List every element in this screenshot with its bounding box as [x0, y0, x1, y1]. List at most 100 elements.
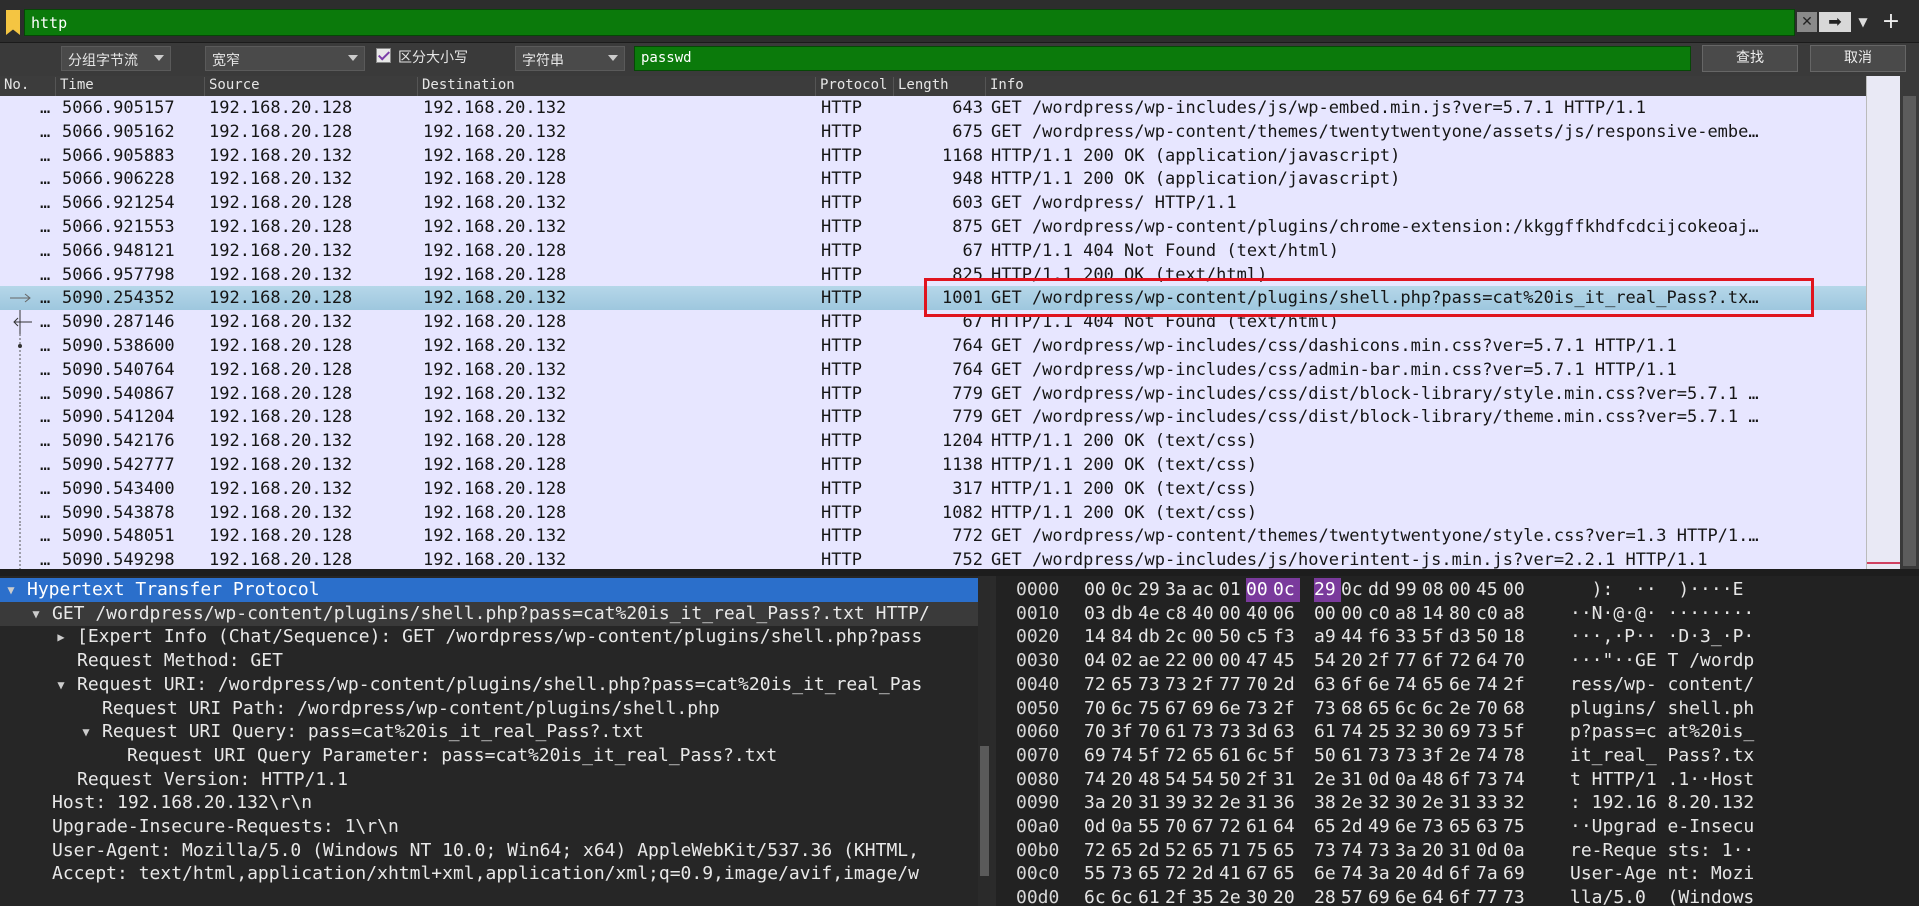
- hex-byte[interactable]: 6c: [1395, 697, 1422, 721]
- hex-byte[interactable]: 65: [1192, 839, 1219, 863]
- hex-byte[interactable]: 08: [1422, 578, 1449, 602]
- hex-byte[interactable]: 0d: [1084, 815, 1111, 839]
- hex-byte[interactable]: 00: [1219, 602, 1246, 626]
- scrollbar-thumb[interactable]: [980, 746, 989, 876]
- hex-byte[interactable]: 72: [1165, 862, 1192, 886]
- hex-row[interactable]: 0090 3a 20 31 39 32 2e 31 36 38 2e 32 30 2e 31 33 32: 19…: [996, 791, 1919, 815]
- hex-byte[interactable]: db: [1138, 625, 1165, 649]
- hex-byte[interactable]: 73: [1314, 839, 1341, 863]
- hex-byte[interactable]: 29: [1314, 578, 1341, 602]
- hex-byte[interactable]: 00: [1192, 649, 1219, 673]
- search-string-input[interactable]: passwd: [634, 46, 1691, 71]
- hex-byte[interactable]: 31: [1246, 791, 1273, 815]
- hex-byte[interactable]: 57: [1341, 886, 1368, 906]
- hex-byte[interactable]: 50: [1314, 744, 1341, 768]
- hex-byte[interactable]: c0: [1368, 602, 1395, 626]
- apply-filter-arrow-icon[interactable]: ➡: [1819, 12, 1851, 32]
- hex-byte[interactable]: 00: [1341, 602, 1368, 626]
- hex-bytes[interactable]: 6c 6c 61 2f 35 2e 30 20 28 57 69 6e 64 6f 77 73: [1084, 886, 1530, 906]
- clear-filter-icon[interactable]: ✕: [1797, 12, 1817, 32]
- hex-byte[interactable]: 3a: [1084, 791, 1111, 815]
- hex-byte[interactable]: 70: [1138, 720, 1165, 744]
- hex-byte[interactable]: 77: [1476, 886, 1503, 906]
- hex-byte[interactable]: 50: [1476, 625, 1503, 649]
- hex-byte[interactable]: 40: [1246, 602, 1273, 626]
- hex-byte[interactable]: 6c: [1084, 886, 1111, 906]
- hex-byte[interactable]: 61: [1219, 744, 1246, 768]
- hex-bytes[interactable]: 04 02 ae 22 00 00 47 45 54 20 2f 77 6f 72 64 70: [1084, 649, 1530, 673]
- hex-byte[interactable]: 0c: [1341, 578, 1368, 602]
- hex-byte[interactable]: 73: [1165, 673, 1192, 697]
- hex-byte[interactable]: db: [1111, 602, 1138, 626]
- column-header-length[interactable]: Length: [893, 77, 949, 96]
- hex-bytes[interactable]: 70 6c 75 67 69 6e 73 2f 73 68 65 6c 6c 2e 70 68: [1084, 697, 1530, 721]
- hex-byte[interactable]: 68: [1503, 697, 1530, 721]
- hex-byte[interactable]: 6f: [1422, 649, 1449, 673]
- hex-byte[interactable]: 0d: [1476, 839, 1503, 863]
- hex-byte[interactable]: 69: [1084, 744, 1111, 768]
- table-row[interactable]: … 5090.548051 192.168.20.128 192.168.20.132…: [0, 524, 1866, 549]
- hex-byte[interactable]: 63: [1314, 673, 1341, 697]
- hex-byte[interactable]: 00: [1503, 578, 1530, 602]
- hex-byte[interactable]: 6e: [1395, 886, 1422, 906]
- details-tree-item[interactable]: ▼ GET /wordpress/wp-content/plugins/shell…: [0, 601, 978, 626]
- details-tree-item[interactable]: ▼ Request URI: /wordpress/wp-content/plug…: [0, 673, 978, 697]
- case-sensitive-checkbox[interactable]: [376, 48, 391, 63]
- hex-ascii[interactable]: : 192.16 8.20.132: [1570, 791, 1754, 815]
- hex-byte[interactable]: 74: [1341, 720, 1368, 744]
- hex-byte[interactable]: 61: [1341, 744, 1368, 768]
- search-type-combo[interactable]: 字符串: [515, 46, 625, 71]
- hex-byte[interactable]: 2f: [1503, 673, 1530, 697]
- table-row[interactable]: … 5090.538600 192.168.20.128 192.168.20.132…: [0, 334, 1866, 358]
- details-tree-item[interactable]: User-Agent: Mozilla/5.0 (Windows NT 10.0…: [0, 839, 978, 863]
- hex-byte[interactable]: ac: [1192, 578, 1219, 602]
- hex-byte[interactable]: 2f: [1368, 649, 1395, 673]
- hex-byte[interactable]: 32: [1503, 791, 1530, 815]
- hex-ascii[interactable]: User-Age nt: Mozi: [1570, 862, 1754, 886]
- hex-byte[interactable]: 73: [1138, 673, 1165, 697]
- hex-byte[interactable]: 32: [1368, 791, 1395, 815]
- hex-byte[interactable]: 32: [1192, 791, 1219, 815]
- column-header-no[interactable]: No.: [0, 77, 29, 96]
- expand-arrow-icon[interactable]: ▼: [4, 578, 18, 602]
- hex-byte[interactable]: 31: [1449, 791, 1476, 815]
- display-filter-input[interactable]: http: [24, 9, 1795, 36]
- table-row[interactable]: … 5066.905157 192.168.20.128 192.168.20.132…: [0, 96, 1866, 120]
- hex-row[interactable]: 0030 04 02 ae 22 00 00 47 45 54 20 2f 77 6f 72 64 70 ···"…: [996, 649, 1919, 673]
- hex-byte[interactable]: 50: [1219, 625, 1246, 649]
- hex-byte[interactable]: 77: [1219, 673, 1246, 697]
- hex-byte[interactable]: 2f: [1273, 697, 1300, 721]
- hex-byte[interactable]: 6e: [1314, 862, 1341, 886]
- hex-byte[interactable]: 0a: [1111, 815, 1138, 839]
- hex-ascii[interactable]: t HTTP/1 .1··Host: [1570, 768, 1754, 792]
- hex-byte[interactable]: 68: [1341, 697, 1368, 721]
- hex-byte[interactable]: 6c: [1246, 744, 1273, 768]
- hex-byte[interactable]: 02: [1111, 649, 1138, 673]
- hex-byte[interactable]: 73: [1246, 697, 1273, 721]
- hex-byte[interactable]: 63: [1273, 720, 1300, 744]
- details-tree-item[interactable]: Request URI Path: /wordpress/wp-content/…: [0, 697, 978, 721]
- column-header-protocol[interactable]: Protocol: [815, 77, 887, 96]
- hex-byte[interactable]: 67: [1192, 815, 1219, 839]
- filter-history-dropdown-icon[interactable]: ▼: [1854, 12, 1872, 32]
- hex-byte[interactable]: 2e: [1449, 744, 1476, 768]
- hex-row[interactable]: 0060 70 3f 70 61 73 73 3d 63 61 74 25 32 30 69 73 5f p?pa…: [996, 720, 1919, 744]
- scrollbar-thumb[interactable]: [1903, 96, 1916, 566]
- hex-byte[interactable]: a8: [1395, 602, 1422, 626]
- hex-byte[interactable]: 00: [1449, 578, 1476, 602]
- hex-bytes[interactable]: 70 3f 70 61 73 73 3d 63 61 74 25 32 30 69 73 5f: [1084, 720, 1530, 744]
- hex-byte[interactable]: 73: [1368, 839, 1395, 863]
- expand-arrow-icon[interactable]: ▼: [79, 720, 93, 744]
- table-row[interactable]: … 5066.905162 192.168.20.128 192.168.20.132…: [0, 119, 1866, 144]
- hex-row[interactable]: 0020 14 84 db 2c 00 50 c5 f3 a9 44 f6 33 5f d3 50 18 ···,…: [996, 625, 1919, 649]
- details-tree-item[interactable]: Accept: text/html,application/xhtml+xml,…: [0, 862, 978, 886]
- hex-byte[interactable]: 00: [1084, 578, 1111, 602]
- hex-byte[interactable]: 61: [1138, 886, 1165, 906]
- hex-byte[interactable]: 77: [1395, 649, 1422, 673]
- details-tree-item[interactable]: Request Version: HTTP/1.1: [0, 768, 978, 792]
- hex-byte[interactable]: 55: [1138, 815, 1165, 839]
- hex-ascii[interactable]: p?pass=c at%20is_: [1570, 720, 1754, 744]
- hex-byte[interactable]: 0a: [1503, 839, 1530, 863]
- details-tree-item[interactable]: ▼ Hypertext Transfer Protocol: [0, 578, 978, 602]
- packet-list-scrollbar[interactable]: [1900, 76, 1919, 569]
